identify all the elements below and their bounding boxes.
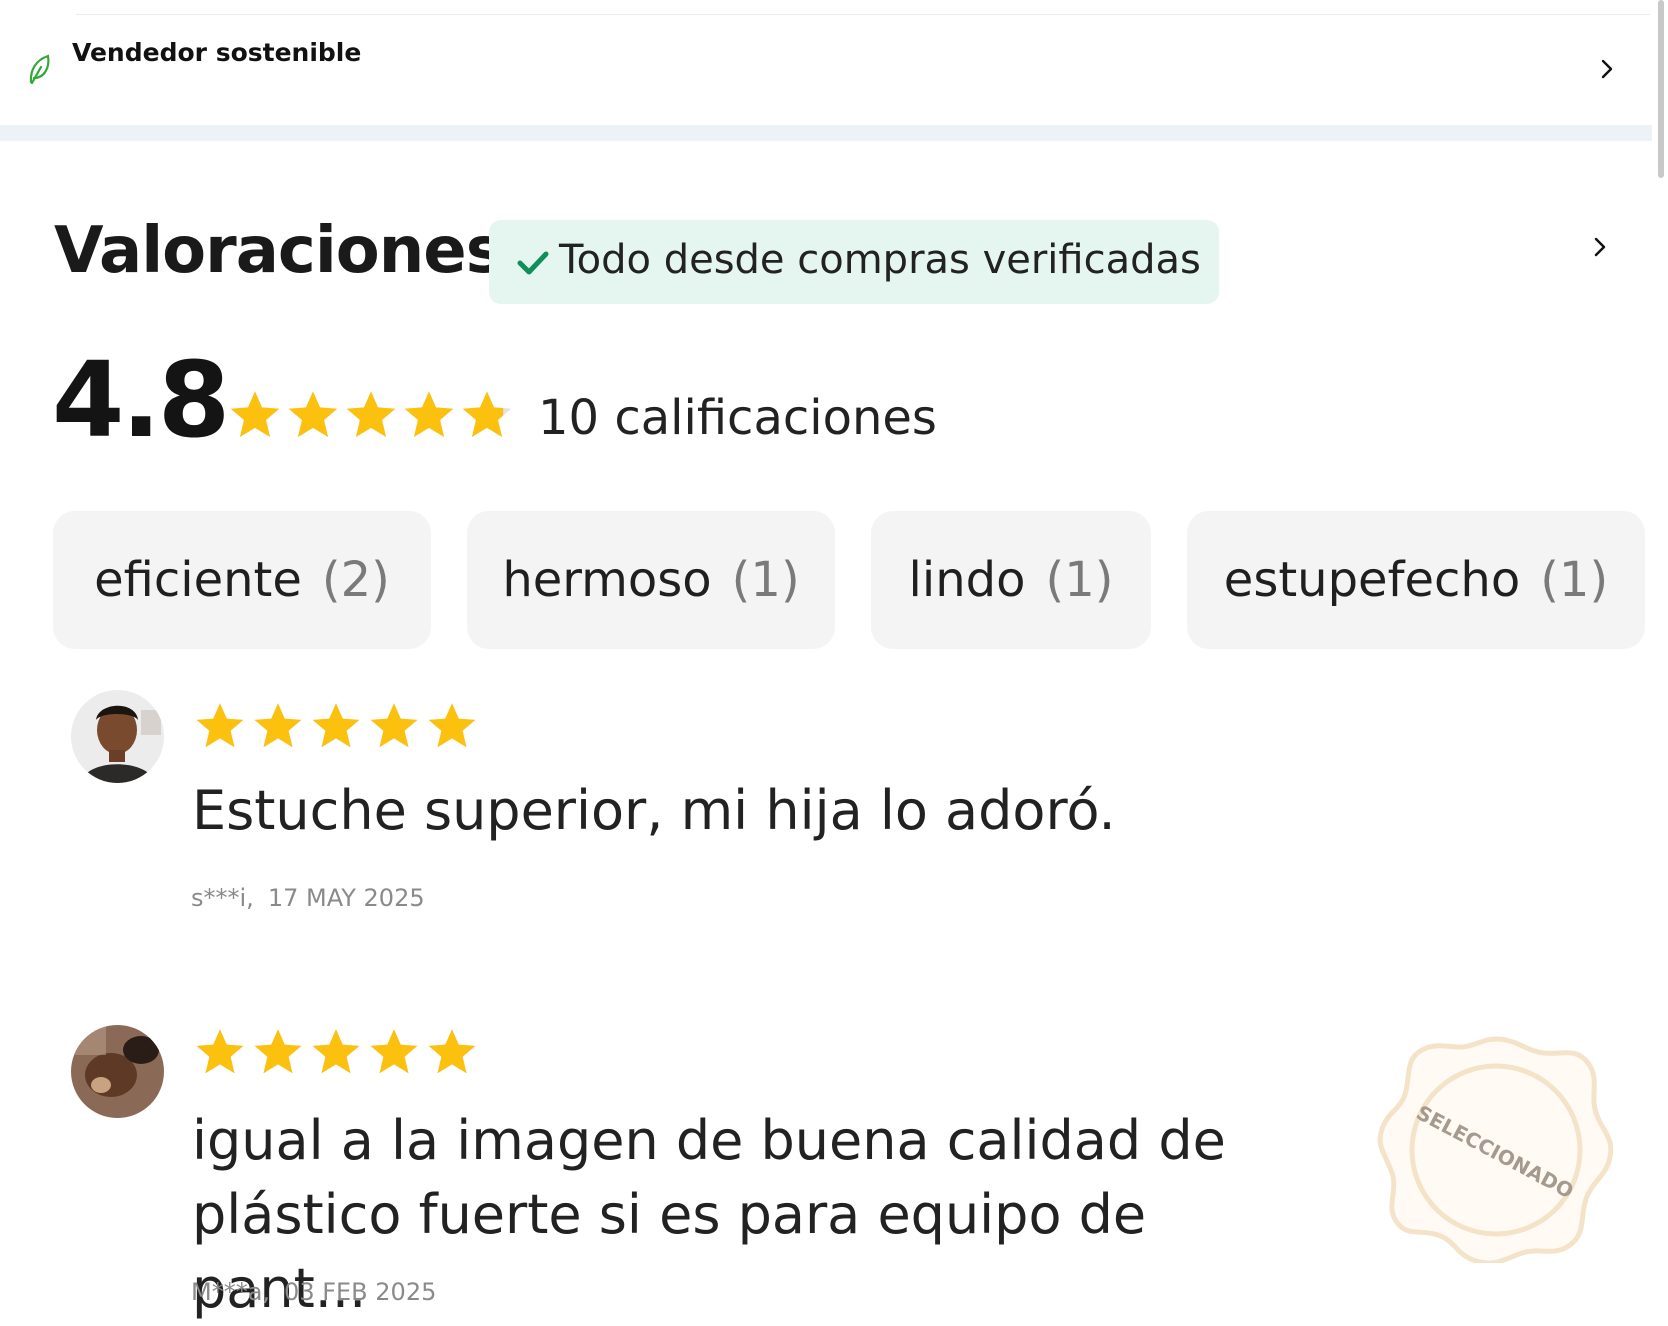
avatar[interactable] [71,1025,164,1118]
star-icon [254,1029,302,1074]
tag-label: eficiente [94,552,302,608]
star-icon [230,391,280,438]
tag-hermoso[interactable]: hermoso (1) [467,511,835,649]
sustainable-seller-label: Vendedor sostenible [72,38,362,67]
star-icon [288,391,338,438]
star-icon [312,1029,360,1074]
star-icon [254,703,302,748]
tag-label: lindo [908,552,1026,608]
section-divider [0,125,1652,141]
scrollbar[interactable] [1658,0,1664,178]
review-item[interactable]: Estuche superior, mi hija lo adoró. s***… [0,690,1650,920]
star-icon [404,391,454,438]
review-author: M***a, [191,1278,271,1306]
tag-count: (1) [1045,552,1114,608]
review-meta: M***a, 03 FEB 2025 [191,1278,436,1306]
tag-count: (1) [731,552,800,608]
section-title: Valoraciones [54,214,504,288]
star-icon [428,1029,476,1074]
review-rating-stars [194,1026,478,1078]
star-icon [462,391,512,438]
tag-count: (2) [321,552,390,608]
review-rating-stars [194,700,478,752]
star-icon [346,391,396,438]
tag-label: hermoso [502,552,712,608]
review-date: 17 MAY 2025 [267,884,425,912]
review-text: Estuche superior, mi hija lo adoró. [192,779,1116,842]
verified-purchases-text: Todo desde compras verificadas [559,237,1201,283]
ratings-count: 10 calificaciones [538,390,937,446]
selected-seal-badge: SELECCIONADO [1377,1036,1614,1263]
star-icon [196,703,244,748]
sustainable-seller-row[interactable] [0,15,1650,125]
star-icon [370,1029,418,1074]
leaf-icon [29,54,50,85]
star-icon [370,703,418,748]
chevron-right-icon[interactable] [1596,58,1618,80]
star-icon [196,1029,244,1074]
review-author: s***i, [191,884,254,912]
average-rating: 4.8 [52,339,230,461]
chevron-right-icon[interactable] [1589,236,1611,258]
average-rating-stars [228,388,514,444]
checkmark-icon [517,251,549,275]
star-icon [428,703,476,748]
tag-estupefecho[interactable]: estupefecho (1) [1187,511,1645,649]
review-meta: s***i, 17 MAY 2025 [191,884,425,912]
tag-eficiente[interactable]: eficiente (2) [53,511,431,649]
verified-purchases-badge: Todo desde compras verificadas [489,220,1219,304]
tag-label: estupefecho [1223,552,1521,608]
tag-count: (1) [1540,552,1609,608]
tag-lindo[interactable]: lindo (1) [871,511,1151,649]
star-icon [312,703,360,748]
avatar[interactable] [71,690,164,783]
review-date: 03 FEB 2025 [284,1278,437,1306]
